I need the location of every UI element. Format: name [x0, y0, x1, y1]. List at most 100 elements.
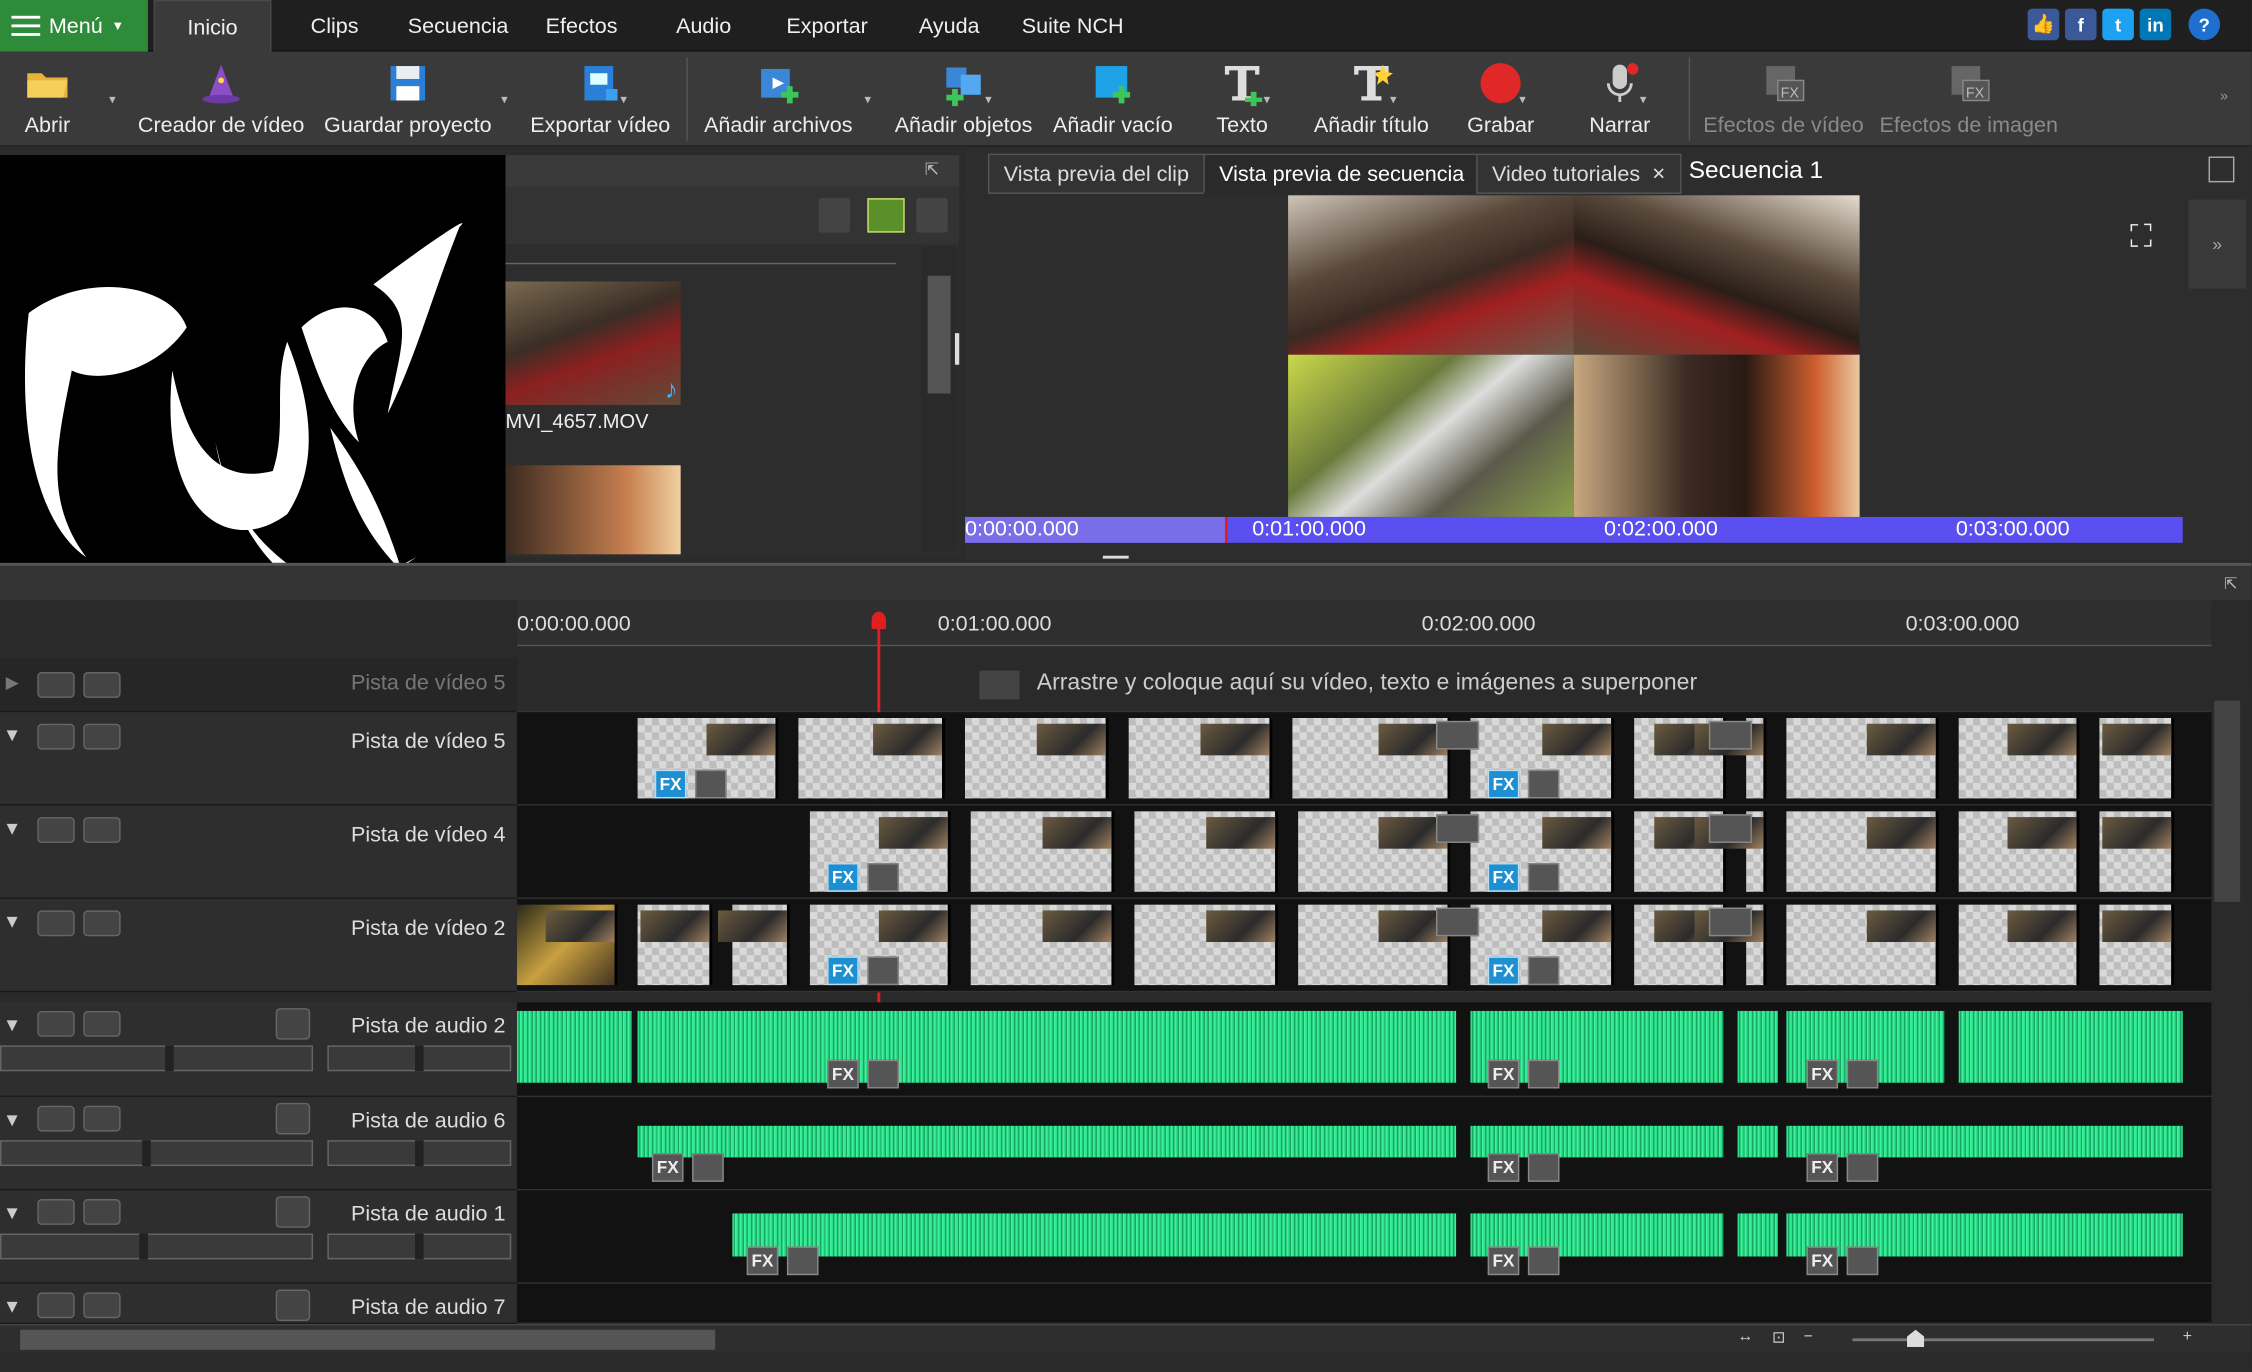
undock-timeline-icon[interactable]: ⇱	[2224, 574, 2237, 593]
text-dropdown-icon[interactable]: ▾	[1264, 92, 1271, 108]
video-clip[interactable]	[2099, 904, 2175, 986]
fx-button[interactable]: FX	[651, 1153, 684, 1182]
video-clip[interactable]	[516, 904, 618, 986]
scroll-thumb[interactable]	[2214, 700, 2241, 902]
speaker-icon[interactable]	[1527, 1059, 1560, 1089]
video-clip[interactable]	[1958, 811, 2080, 892]
add-files-button[interactable]: Añadir archivos	[698, 52, 859, 147]
audio-track-lane[interactable]	[516, 1283, 2212, 1324]
fx-button[interactable]: FX	[1806, 1153, 1839, 1182]
narrate-button[interactable]: Narrar	[1574, 52, 1666, 147]
playhead-handle[interactable]	[871, 611, 887, 629]
fit-icon[interactable]: ↔	[1738, 1328, 1754, 1345]
bin-scrollbar[interactable]	[921, 246, 957, 552]
collapse-arrow-icon[interactable]: ▼	[3, 910, 21, 932]
speaker-icon[interactable]	[37, 1010, 75, 1037]
image-effects-button[interactable]: FX Efectos de imagen	[1875, 52, 2062, 147]
media-thumbnail[interactable]: ♪	[505, 281, 681, 405]
volume-slider[interactable]	[0, 1233, 314, 1260]
fx-button[interactable]: FX	[1487, 863, 1520, 892]
video-clip[interactable]	[798, 718, 945, 799]
pan-slider[interactable]	[327, 1233, 512, 1260]
pan-slider[interactable]	[327, 1045, 512, 1072]
record-button[interactable]: Grabar	[1456, 52, 1545, 147]
zoom-waveform-icon[interactable]	[275, 1102, 311, 1135]
video-clip[interactable]	[1786, 811, 1939, 892]
track-group-icon[interactable]	[83, 1199, 121, 1225]
twitter-icon[interactable]: t	[2102, 8, 2134, 41]
fx-button[interactable]: FX	[746, 1246, 779, 1276]
zoom-waveform-icon[interactable]	[275, 1289, 311, 1322]
speaker-icon[interactable]	[786, 1246, 819, 1276]
audio-track-lane[interactable]: FX FX FX	[516, 1190, 2212, 1284]
media-thumbnail[interactable]	[505, 465, 681, 555]
fx-button[interactable]: FX	[654, 769, 687, 799]
zoom-slider[interactable]	[1852, 1338, 2154, 1342]
speaker-icon[interactable]	[1846, 1246, 1879, 1276]
add-blank-button[interactable]: Añadir vacío	[1045, 52, 1180, 147]
video-clip[interactable]	[1134, 904, 1279, 986]
speaker-icon[interactable]	[692, 1153, 724, 1182]
fx-button[interactable]: FX	[1487, 1246, 1520, 1276]
tab-suite-nch[interactable]: Suite NCH	[1014, 0, 1132, 52]
preview-scrubber[interactable]: 0:00:00.000 0:01:00.000 0:02:00.000 0:03…	[964, 516, 2183, 543]
video-clip[interactable]	[1786, 904, 1939, 986]
track-group-icon[interactable]	[83, 817, 121, 843]
video-clip[interactable]	[718, 904, 790, 986]
export-video-button[interactable]: Exportar vídeo	[523, 52, 678, 147]
transition-icon[interactable]	[1708, 814, 1752, 843]
collapse-arrow-icon[interactable]: ▼	[3, 1202, 21, 1224]
zoom-slider-thumb[interactable]	[1907, 1329, 1925, 1347]
tab-video-tutorials[interactable]: Video tutoriales ✕	[1476, 153, 1682, 194]
panel-resize-handle[interactable]	[1102, 555, 1129, 559]
video-clip[interactable]	[1292, 718, 1451, 799]
fullscreen-icon[interactable]: ⛶	[2122, 218, 2159, 255]
video-clip[interactable]	[1958, 718, 2080, 799]
close-icon[interactable]: ✕	[1652, 164, 1666, 184]
volume-knob[interactable]	[142, 1140, 151, 1167]
fx-button[interactable]: FX	[1487, 1153, 1520, 1182]
save-project-button[interactable]: Guardar proyecto	[316, 52, 500, 147]
track-group-icon[interactable]	[83, 1105, 121, 1132]
volume-knob[interactable]	[165, 1045, 174, 1072]
microphone-icon[interactable]	[867, 863, 899, 892]
microphone-icon[interactable]	[1527, 956, 1560, 986]
speaker-icon[interactable]	[1846, 1153, 1879, 1182]
tab-clip-preview[interactable]: Vista previa del clip	[987, 153, 1205, 194]
linkedin-icon[interactable]: in	[2139, 8, 2172, 41]
audio-track-lane[interactable]: FX FX FX	[516, 1002, 2212, 1098]
track-group-icon[interactable]	[83, 910, 121, 937]
narrate-dropdown-icon[interactable]: ▾	[1640, 92, 1647, 108]
record-dropdown-icon[interactable]: ▾	[1519, 92, 1526, 108]
zoom-in-icon[interactable]: +	[2183, 1328, 2192, 1345]
tab-clips[interactable]: Clips	[297, 0, 372, 52]
eye-icon[interactable]	[37, 910, 75, 937]
scrub-playhead[interactable]	[1224, 516, 1228, 543]
video-clip[interactable]	[1786, 718, 1939, 799]
video-clip[interactable]	[1134, 811, 1279, 892]
export-dropdown-icon[interactable]: ▾	[620, 92, 627, 108]
trash-icon[interactable]	[818, 198, 851, 233]
add-objects-button[interactable]: Añadir objetos	[887, 52, 1039, 147]
undock-preview-icon[interactable]	[2208, 156, 2235, 183]
eye-icon[interactable]	[37, 672, 75, 698]
tab-inicio[interactable]: Inicio	[153, 0, 272, 54]
bin-scroll-thumb[interactable]	[927, 275, 951, 394]
video-clip[interactable]	[970, 904, 1115, 986]
zoom-out-icon[interactable]: −	[1804, 1328, 1813, 1345]
tab-secuencia[interactable]: Secuencia	[402, 0, 514, 52]
collapse-arrow-icon[interactable]: ▼	[3, 724, 21, 746]
collapse-arrow-icon[interactable]: ▼	[3, 1295, 21, 1317]
volume-knob[interactable]	[139, 1233, 148, 1260]
fx-button[interactable]: FX	[827, 1059, 859, 1089]
collapse-arrow-icon[interactable]: ▼	[3, 817, 21, 839]
audio-tracks-scrollbar[interactable]	[2211, 1010, 2252, 1324]
video-clip[interactable]	[2099, 718, 2175, 799]
video-track-lane[interactable]: FX FX	[516, 805, 2212, 899]
fx-button[interactable]: FX	[1806, 1246, 1839, 1276]
video-track-lane[interactable]: FX FX	[516, 898, 2212, 993]
volume-slider[interactable]	[0, 1045, 314, 1072]
transition-icon[interactable]	[1708, 720, 1752, 750]
tab-audio[interactable]: Audio	[666, 0, 741, 52]
eye-icon[interactable]	[37, 817, 75, 843]
